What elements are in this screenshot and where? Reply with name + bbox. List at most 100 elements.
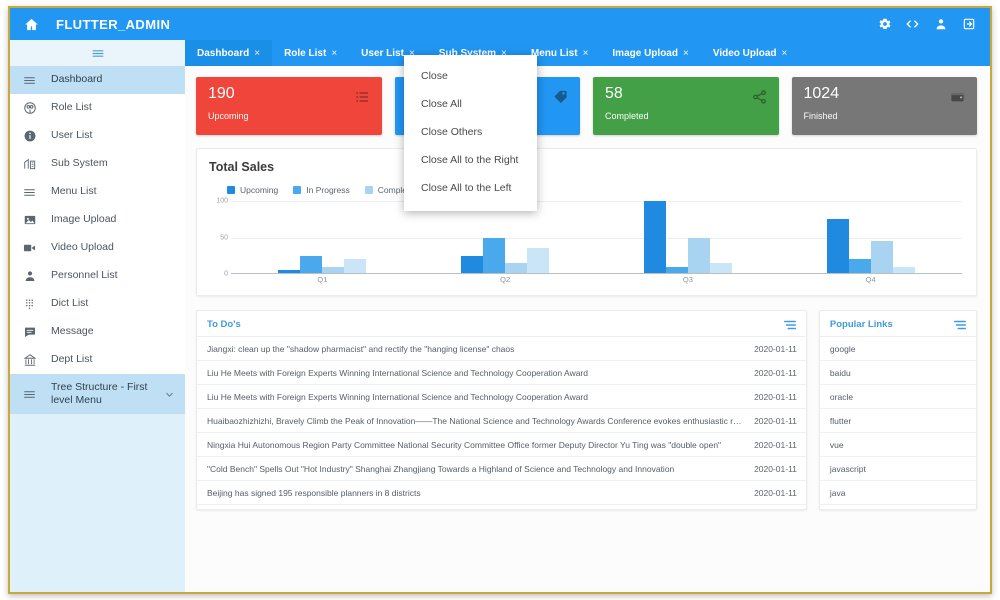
legend-item[interactable]: Upcoming	[227, 185, 278, 195]
code-icon[interactable]	[905, 17, 920, 32]
sidebar-item-video-upload[interactable]: Video Upload	[10, 234, 185, 262]
bar[interactable]	[483, 238, 505, 275]
popular-link-row[interactable]: javascript	[820, 457, 976, 481]
chevron-down-icon[interactable]	[164, 389, 175, 400]
tab-label: User List	[361, 48, 404, 59]
todos-title: To Do's	[207, 319, 241, 330]
todo-date: 2020-01-11	[754, 464, 797, 474]
bar-group	[414, 201, 597, 274]
todo-row[interactable]: Ningxia Hui Autonomous Region Party Comm…	[197, 433, 806, 457]
popular-link-row[interactable]: baidu	[820, 361, 976, 385]
ctx-item-close[interactable]: Close	[404, 62, 537, 90]
tab-role-list[interactable]: Role List×	[272, 40, 349, 66]
bar[interactable]	[461, 256, 483, 274]
bar[interactable]	[871, 241, 893, 274]
tab-dashboard[interactable]: Dashboard ×	[185, 40, 272, 66]
popular-link-row[interactable]: java	[820, 481, 976, 505]
todo-row[interactable]: "Cold Bench" Spells Out "Hot Industry" S…	[197, 457, 806, 481]
tab-label: Dashboard	[197, 48, 249, 59]
kpi-card[interactable]: 1024Finished	[792, 77, 978, 135]
tab-close-icon[interactable]: ×	[254, 48, 260, 59]
bar[interactable]	[344, 259, 366, 274]
tab-close-icon[interactable]: ×	[683, 48, 689, 59]
ctx-item-close-others[interactable]: Close Others	[404, 118, 537, 146]
kpi-value: 1024	[804, 86, 967, 102]
chart-x-labels: Q1Q2Q3Q4	[231, 275, 962, 288]
kpi-card[interactable]: 190Upcoming	[196, 77, 382, 135]
app-title: FLUTTER_ADMIN	[56, 17, 170, 32]
popular-link-row[interactable]: oracle	[820, 385, 976, 409]
popular-link-label: javascript	[830, 464, 866, 474]
bar-group	[597, 201, 780, 274]
popular-link-row[interactable]: google	[820, 337, 976, 361]
popular-link-label: oracle	[830, 392, 853, 402]
popular-links-panel-header: Popular Links	[820, 311, 976, 337]
popular-link-row[interactable]: vue	[820, 433, 976, 457]
kpi-value: 190	[208, 86, 371, 102]
todo-row[interactable]: Liu He Meets with Foreign Experts Winnin…	[197, 361, 806, 385]
ctx-item-close-all[interactable]: Close All	[404, 90, 537, 118]
kpi-card-row: 190Upcoming 58Completed1024Finished	[196, 77, 977, 135]
todo-row[interactable]: Liu He Meets with Foreign Experts Winnin…	[197, 385, 806, 409]
ctx-item-close-all-to-the-right[interactable]: Close All to the Right	[404, 146, 537, 174]
home-icon[interactable]	[22, 15, 40, 33]
bar[interactable]	[300, 256, 322, 274]
bar[interactable]	[688, 238, 710, 275]
sidebar-item-personnel-list[interactable]: Personnel List	[10, 262, 185, 290]
sidebar-item-menu-list[interactable]: Menu List	[10, 178, 185, 206]
bar-group	[779, 201, 962, 274]
menu-lines-icon	[22, 185, 37, 200]
kpi-card[interactable]: 58Completed	[593, 77, 779, 135]
user-icon[interactable]	[933, 17, 948, 32]
tab-close-icon[interactable]: ×	[782, 48, 788, 59]
todo-text: Liu He Meets with Foreign Experts Winnin…	[207, 392, 598, 402]
sidebar-item-image-upload[interactable]: Image Upload	[10, 206, 185, 234]
sidebar-item-tree-structure-first-level-menu[interactable]: Tree Structure - First level Menu	[10, 374, 185, 414]
wallet-icon	[949, 88, 966, 105]
todo-text: Jiangxi: clean up the "shadow pharmacist…	[207, 344, 524, 354]
sidebar-item-label: Video Upload	[51, 241, 175, 254]
bar[interactable]	[527, 248, 549, 274]
todo-date: 2020-01-11	[754, 416, 797, 426]
tab-image-upload[interactable]: Image Upload×	[600, 40, 700, 66]
todo-date: 2020-01-11	[754, 392, 797, 402]
list-icon	[354, 88, 371, 105]
logout-icon[interactable]	[961, 17, 976, 32]
todo-row[interactable]: Huaibaozhizhizhi, Bravely Climb the Peak…	[197, 409, 806, 433]
popular-link-label: baidu	[830, 368, 851, 378]
sidebar-collapse-button[interactable]	[10, 40, 185, 66]
gear-icon[interactable]	[877, 17, 892, 32]
sidebar-item-dict-list[interactable]: Dict List	[10, 290, 185, 318]
tab-context-menu[interactable]: CloseClose AllClose OthersClose All to t…	[404, 55, 537, 211]
kpi-value: 58	[605, 86, 768, 102]
video-icon	[22, 241, 37, 256]
list-menu-icon[interactable]	[783, 318, 797, 330]
list-menu-icon[interactable]	[953, 318, 967, 330]
bar[interactable]	[827, 219, 849, 274]
x-tick-label: Q3	[597, 275, 780, 288]
sidebar-item-label: Personnel List	[51, 269, 175, 282]
chart-axis-line	[231, 273, 962, 274]
bar[interactable]	[849, 259, 871, 274]
tab-close-icon[interactable]: ×	[331, 48, 337, 59]
sidebar-item-role-list[interactable]: Role List	[10, 94, 185, 122]
header-actions	[877, 17, 976, 32]
ctx-item-close-all-to-the-left[interactable]: Close All to the Left	[404, 174, 537, 202]
popular-link-row[interactable]: flutter	[820, 409, 976, 433]
tab-video-upload[interactable]: Video Upload×	[701, 40, 800, 66]
legend-swatch	[227, 186, 235, 194]
todo-row[interactable]: Jiangxi: clean up the "shadow pharmacist…	[197, 337, 806, 361]
bar[interactable]	[644, 201, 666, 274]
sidebar-item-sub-system[interactable]: Sub System	[10, 150, 185, 178]
sidebar-item-message[interactable]: Message	[10, 318, 185, 346]
info-circle-icon	[22, 129, 37, 144]
tab-close-icon[interactable]: ×	[583, 48, 589, 59]
app-header: FLUTTER_ADMIN	[10, 8, 990, 40]
todo-row[interactable]: Beijing has signed 195 responsible plann…	[197, 481, 806, 505]
sidebar-item-user-list[interactable]: User List	[10, 122, 185, 150]
menu-lines-icon	[22, 387, 37, 402]
legend-item[interactable]: In Progress	[293, 185, 349, 195]
sidebar-item-dashboard[interactable]: Dashboard	[10, 66, 185, 94]
sidebar-item-dept-list[interactable]: Dept List	[10, 346, 185, 374]
person-icon	[22, 269, 37, 284]
